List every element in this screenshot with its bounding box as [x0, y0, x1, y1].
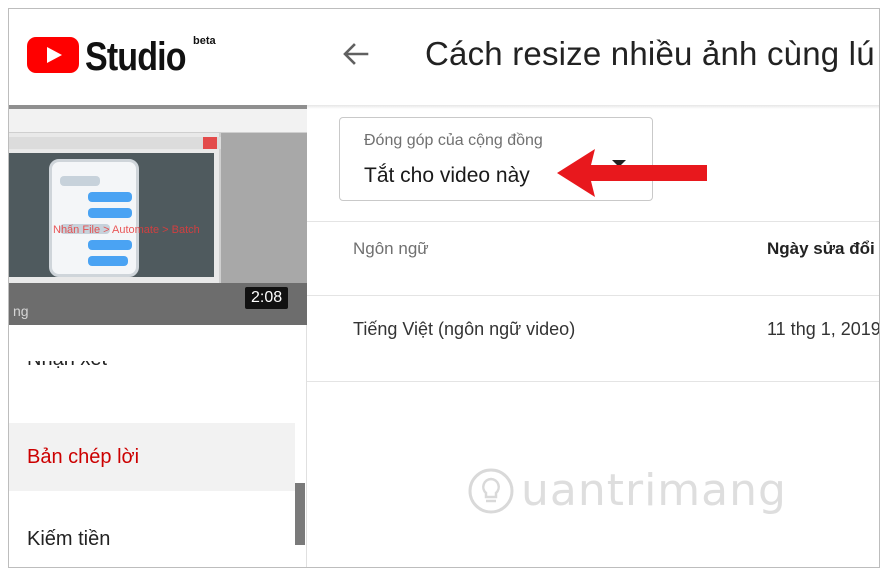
watermark-text: uantrimang — [521, 465, 787, 516]
video-thumbnail[interactable]: Nhấn File > Automate > Batch ng 2:08 — [9, 105, 307, 325]
thumbnail-overlay-text: Nhấn File > Automate > Batch — [53, 224, 200, 236]
divider — [307, 295, 879, 296]
studio-logo[interactable]: Studio beta — [27, 35, 216, 79]
sidebar-item-comments[interactable]: Nhận xét — [9, 361, 295, 401]
page-title: Cách resize nhiều ảnh cùng lú — [425, 35, 875, 72]
sidebar-item-label: Kiếm tiền — [27, 527, 111, 550]
table-row-language[interactable]: Tiếng Việt (ngôn ngữ video) — [353, 319, 575, 340]
watermark: uantrimang — [467, 465, 787, 516]
thumbnail-close-icon — [203, 137, 217, 149]
top-header: Studio beta Cách resize nhiều ảnh cùng l… — [9, 9, 879, 105]
app-window: Studio beta Cách resize nhiều ảnh cùng l… — [8, 8, 880, 568]
dropdown-label: Đóng góp của cộng đồng — [364, 132, 543, 149]
divider — [307, 221, 879, 222]
column-header-language: Ngôn ngữ — [353, 239, 429, 258]
thumbnail-tab — [9, 137, 221, 149]
main-content: Đóng góp của cộng đồng Tắt cho video này… — [307, 105, 880, 567]
youtube-play-icon — [27, 37, 79, 73]
thumbnail-menubar — [9, 109, 307, 133]
red-arrow-icon — [557, 149, 707, 197]
logo-text: Studio — [85, 35, 187, 79]
thumbnail-phone — [49, 159, 139, 277]
beta-badge: beta — [193, 35, 216, 47]
thumbnail-caption: ng — [13, 303, 29, 319]
header-shadow — [307, 105, 879, 109]
sidebar-item-monetization[interactable]: Kiếm tiền — [9, 505, 295, 567]
dropdown-value: Tắt cho video này — [364, 164, 530, 187]
table-row-date: 11 thg 1, 2019 — [767, 319, 880, 339]
lightbulb-icon — [468, 468, 514, 513]
sidebar-item-transcript[interactable]: Bản chép lời — [9, 423, 295, 491]
column-header-modified-date[interactable]: Ngày sửa đổi — [767, 239, 875, 259]
sidebar-scrollbar[interactable] — [295, 483, 305, 545]
divider — [307, 381, 879, 382]
left-arrow-icon[interactable] — [341, 39, 371, 69]
sidebar-item-label: Bản chép lời — [27, 445, 140, 468]
thumbnail-side-panel — [221, 133, 307, 283]
duration-badge: 2:08 — [245, 287, 289, 309]
sidebar: Nhấn File > Automate > Batch ng 2:08 Nhậ… — [9, 105, 307, 567]
sidebar-item-label: Nhận xét — [27, 361, 107, 371]
